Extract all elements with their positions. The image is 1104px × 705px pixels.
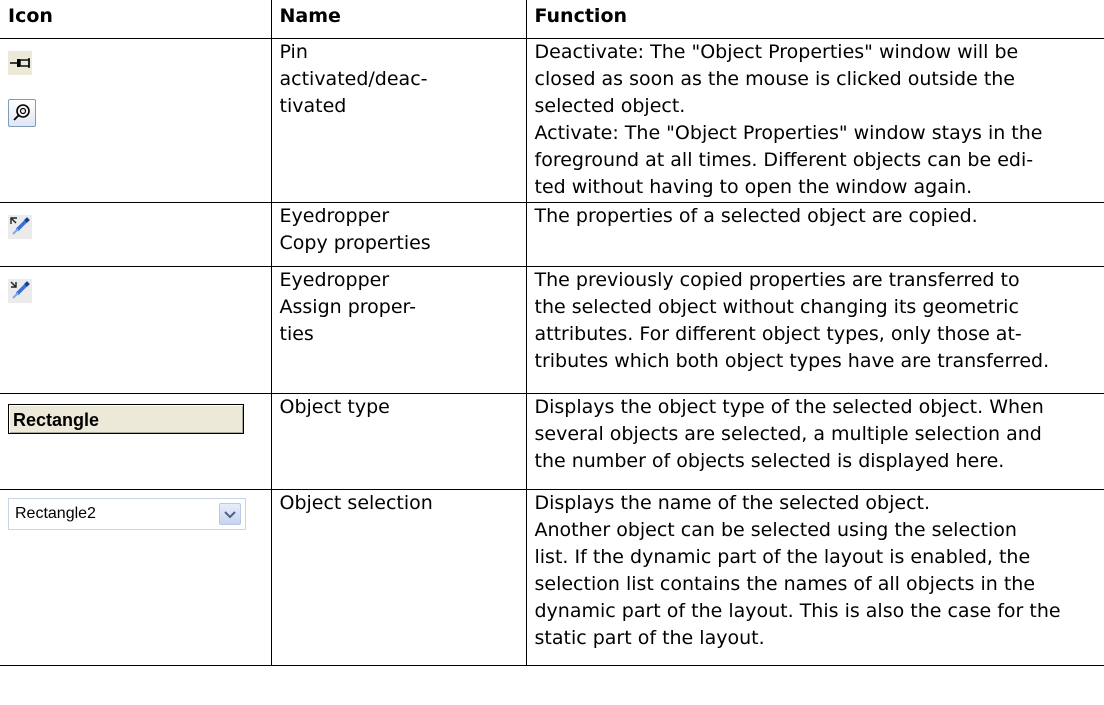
object-type-field: Rectangle [8,404,244,434]
function-line: foreground at all times. Different objec… [534,149,1034,171]
name-cell: Object selection [270,489,527,666]
name-line: Eyedropper [279,205,390,227]
function-line: Displays the name of the selected object… [534,492,931,514]
name-line: activated/deac- [279,68,428,90]
function-line: several objects are selected, a multiple… [534,423,1042,445]
table-header-row: Icon Name Function [0,0,1104,39]
name-line: tivated [279,95,347,117]
function-cell: The previously copied properties are tra… [525,266,1104,394]
icon-reference-table: Icon Name Function Pin activated/deac- t… [0,0,1104,666]
function-line: selection list contains the names of all… [534,573,1036,595]
icon-cell [0,266,272,394]
name-line: ties [279,323,314,345]
table-row: Eyedropper Copy properties The propertie… [0,202,1104,267]
name-line: Eyedropper [279,269,390,291]
function-line: Displays the object type of the selected… [534,396,1044,418]
name-line: Object type [279,396,390,418]
function-line: Deactivate: The "Object Properties" wind… [534,41,1019,63]
icon-cell: Rectangle2 [0,489,272,666]
eyedropper-assign-icon [8,279,32,303]
header-name: Name [270,0,527,39]
function-line: dynamic part of the layout. This is also… [534,600,1061,622]
name-cell: Eyedropper Assign proper- ties [270,266,527,394]
function-line: closed as soon as the mouse is clicked o… [534,68,1016,90]
icon-cell [0,202,272,267]
name-cell: Pin activated/deac- tivated [270,38,527,203]
function-line: Activate: The "Object Properties" window… [534,122,1043,144]
pin-activated-icon [8,99,36,127]
function-cell: The properties of a selected object are … [525,202,1104,267]
pin-deactivated-icon [8,51,32,75]
icon-cell: Rectangle [0,393,272,490]
table-row: Rectangle2 Object selection Displays the… [0,489,1104,666]
name-cell: Eyedropper Copy properties [270,202,527,267]
function-line: Another object can be selected using the… [534,519,1017,541]
table-row: Pin activated/deac- tivated Deactivate: … [0,38,1104,203]
header-function: Function [525,0,1104,39]
function-cell: Displays the object type of the selected… [525,393,1104,490]
function-line: selected object. [534,95,686,117]
function-line: The properties of a selected object are … [534,205,978,227]
chevron-down-icon[interactable] [219,503,241,525]
function-line: The previously copied properties are tra… [534,269,1020,291]
function-line: attributes. For different object types, … [534,323,1022,345]
eyedropper-copy-icon [8,215,32,239]
header-icon: Icon [0,0,272,39]
table-row: Rectangle Object type Displays the objec… [0,393,1104,490]
function-line: tributes which both object types have ar… [534,350,1050,372]
function-line: static part of the layout. [534,627,765,649]
function-cell: Deactivate: The "Object Properties" wind… [525,38,1104,203]
icon-cell [0,38,272,203]
function-line: list. If the dynamic part of the layout … [534,546,1031,568]
function-cell: Displays the name of the selected object… [525,489,1104,666]
function-line: the number of objects selected is displa… [534,450,1005,472]
name-line: Copy properties [279,232,431,254]
function-line: the selected object without changing its… [534,296,1019,318]
table-row: Eyedropper Assign proper- ties The previ… [0,266,1104,394]
object-selection-dropdown[interactable]: Rectangle2 [8,498,246,530]
name-line: Pin [279,41,308,63]
name-cell: Object type [270,393,527,490]
name-line: Object selection [279,492,433,514]
function-line: ted without having to open the window ag… [534,176,973,198]
name-line: Assign proper- [279,296,417,318]
object-selection-value: Rectangle2 [15,505,96,522]
